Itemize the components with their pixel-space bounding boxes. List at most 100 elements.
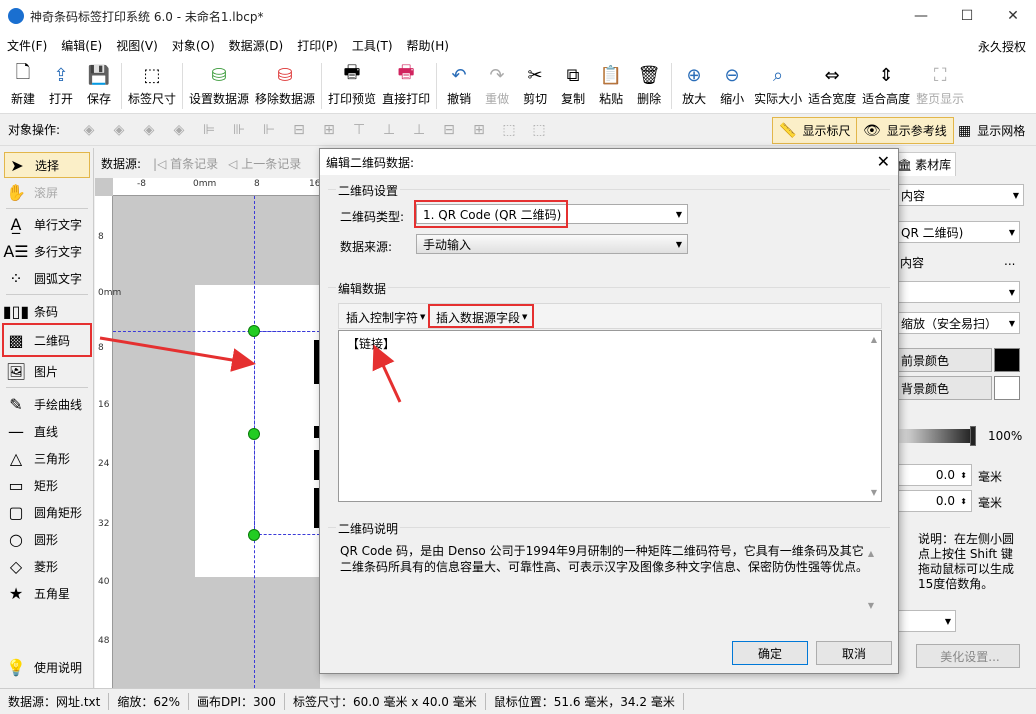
print-preview-button[interactable]: 🖶 打印预览 (325, 58, 379, 107)
tool-rounded-rect[interactable]: ▢ 圆角矩形 (4, 499, 90, 525)
qrcode-content-editor[interactable]: 【链接】 ▲ ▼ (338, 330, 882, 502)
tool-rect[interactable]: ▭ 矩形 (4, 472, 90, 498)
zoom-in-button[interactable]: ⊕ 放大 (675, 58, 713, 107)
cut-button[interactable]: ✂ 剪切 (516, 58, 554, 107)
tool-line[interactable]: — 直线 (4, 418, 90, 444)
group-icon[interactable]: ⬚ (497, 120, 521, 140)
menu-datasource[interactable]: 数据源(D) (222, 37, 291, 54)
cancel-button[interactable]: 取消 (816, 641, 892, 665)
encoding-select[interactable]: ▼ (896, 281, 1020, 303)
tool-diamond[interactable]: ◇ 菱形 (4, 553, 90, 579)
distribute-v-icon[interactable]: ⊟ (437, 120, 461, 140)
spinner-icon[interactable]: ⬍ (960, 497, 967, 506)
remove-datasource-button[interactable]: ⛁ 移除数据源 (252, 58, 318, 107)
align-center-icon[interactable]: ⊪ (227, 120, 251, 140)
undo-button[interactable]: ↶ 撤销 (440, 58, 478, 107)
tool-arc-text[interactable]: ⁘ 圆弧文字 (4, 265, 90, 291)
tool-select[interactable]: ➤ 选择 (4, 152, 90, 178)
layer-down-icon[interactable]: ◈ (137, 120, 161, 140)
maximize-button[interactable]: ☐ (944, 0, 990, 32)
layer-up-icon[interactable]: ◈ (77, 120, 101, 140)
foreground-color-button[interactable]: 前景颜色 (896, 348, 992, 372)
spinner-icon[interactable]: ⬍ (960, 471, 967, 480)
beautify-settings-button[interactable]: 美化设置... (916, 644, 1020, 668)
layer-bottom-icon[interactable]: ◈ (167, 120, 191, 140)
menu-view[interactable]: 视图(V) (109, 37, 165, 54)
tool-multi-text[interactable]: A☰ 多行文字 (3, 238, 90, 264)
zoom-out-button[interactable]: ⊖ 缩小 (713, 58, 751, 107)
first-record-button[interactable]: |◁ 首条记录 (153, 155, 218, 172)
resize-handle-bottom-left[interactable] (248, 529, 260, 541)
tool-circle[interactable]: ○ 圆形 (4, 526, 90, 552)
prev-record-button[interactable]: ◁ 上一条记录 (228, 155, 301, 172)
resize-handle-middle-left[interactable] (248, 428, 260, 440)
style-select[interactable]: ▼ (896, 610, 956, 632)
delete-button[interactable]: 🗑 删除 (630, 58, 668, 107)
same-width-icon[interactable]: ⊞ (317, 120, 341, 140)
design-canvas[interactable]: 数据源: |◁ 首条记录 ◁ 上一条记录 -8 0mm 8 16 8 0mm 8… (95, 148, 320, 688)
redo-button[interactable]: ↷ 重做 (478, 58, 516, 107)
menu-tools[interactable]: 工具(T) (345, 37, 400, 54)
scale-mode-select[interactable]: 缩放（安全易扫） ▼ (896, 312, 1020, 334)
fit-height-button[interactable]: ⇕ 适合高度 (859, 58, 913, 107)
new-button[interactable]: 🗋 新建 (4, 58, 42, 107)
align-top-icon[interactable]: ⊤ (347, 120, 371, 140)
align-right-icon[interactable]: ⊩ (257, 120, 281, 140)
tool-image[interactable]: 🖼 图片 (4, 358, 90, 384)
scroll-up-icon[interactable]: ▲ (871, 335, 877, 344)
menu-help[interactable]: 帮助(H) (400, 37, 456, 54)
resize-handle-top-left[interactable] (248, 325, 260, 337)
tool-star[interactable]: ★ 五角星 (4, 580, 90, 606)
minimize-button[interactable]: — (898, 0, 944, 32)
tool-triangle[interactable]: △ 三角形 (4, 445, 90, 471)
ungroup-icon[interactable]: ⬚ (527, 120, 551, 140)
dialog-close-icon[interactable]: ✕ (877, 152, 890, 171)
paste-button[interactable]: 📋 粘贴 (592, 58, 630, 107)
background-color-swatch[interactable] (994, 376, 1020, 400)
tool-scroll[interactable]: ✋ 滚屏 (4, 179, 90, 205)
y-position-input[interactable]: 0.0 ⬍ (896, 490, 972, 512)
license-link[interactable]: 永久授权 (978, 38, 1026, 55)
set-datasource-button[interactable]: ⛁ 设置数据源 (186, 58, 252, 107)
actual-size-button[interactable]: ⌕ 实际大小 (751, 58, 805, 107)
save-button[interactable]: 💾 保存 (80, 58, 118, 107)
tool-qrcode[interactable]: ▩ 二维码 (2, 323, 92, 357)
show-grid-toggle[interactable]: ▦ 显示网格 (952, 117, 1031, 144)
x-position-input[interactable]: 0.0 ⬍ (896, 464, 972, 486)
qrcode-type-select[interactable]: QR 二维码) ▼ (896, 221, 1020, 243)
layer-top-icon[interactable]: ◈ (107, 120, 131, 140)
menu-edit[interactable]: 编辑(E) (54, 37, 109, 54)
label-size-button[interactable]: ⬚ 标签尺寸 (125, 58, 179, 107)
ok-button[interactable]: 确定 (732, 641, 808, 665)
help-button[interactable]: 💡 使用说明 (4, 654, 90, 680)
close-window-button[interactable]: ✕ (990, 0, 1036, 32)
data-source-select[interactable]: 手动输入 ▼ (416, 234, 688, 254)
show-guides-toggle[interactable]: 👁 显示参考线 (856, 117, 954, 144)
scroll-down-icon[interactable]: ▼ (871, 488, 877, 497)
whole-page-button[interactable]: ⛶ 整页显示 (913, 58, 967, 107)
opacity-slider-thumb[interactable] (970, 426, 976, 446)
content-source-select[interactable]: 内容 ▼ (896, 184, 1024, 206)
distribute-h-icon[interactable]: ⊟ (287, 120, 311, 140)
selection-rectangle[interactable] (254, 331, 320, 535)
show-ruler-toggle[interactable]: 📏 显示标尺 (772, 117, 858, 144)
tool-single-text[interactable]: A̲ 单行文字 (4, 211, 90, 237)
tool-barcode[interactable]: ▮▯▮ 条码 (3, 298, 90, 324)
tool-freehand[interactable]: ✎ 手绘曲线 (4, 391, 90, 417)
tab-material-library[interactable]: 🏛 素材库 (892, 152, 956, 176)
insert-control-char-button[interactable]: 插入控制字符 ▼ (341, 307, 430, 327)
foreground-color-swatch[interactable] (994, 348, 1020, 372)
copy-button[interactable]: ⧉ 复制 (554, 58, 592, 107)
content-more-button[interactable]: ... (1004, 254, 1015, 268)
background-color-button[interactable]: 背景颜色 (896, 376, 992, 400)
align-bottom-icon[interactable]: ⊥ (407, 120, 431, 140)
scroll-down-icon[interactable]: ▼ (868, 601, 874, 610)
direct-print-button[interactable]: 🖶 直接打印 (379, 58, 433, 107)
menu-file[interactable]: 文件(F) (0, 37, 54, 54)
fit-width-button[interactable]: ⇔ 适合宽度 (805, 58, 859, 107)
open-button[interactable]: ⇪ 打开 (42, 58, 80, 107)
opacity-slider[interactable] (898, 429, 972, 443)
scroll-up-icon[interactable]: ▲ (868, 549, 874, 558)
align-left-icon[interactable]: ⊫ (197, 120, 221, 140)
menu-print[interactable]: 打印(P) (290, 37, 345, 54)
